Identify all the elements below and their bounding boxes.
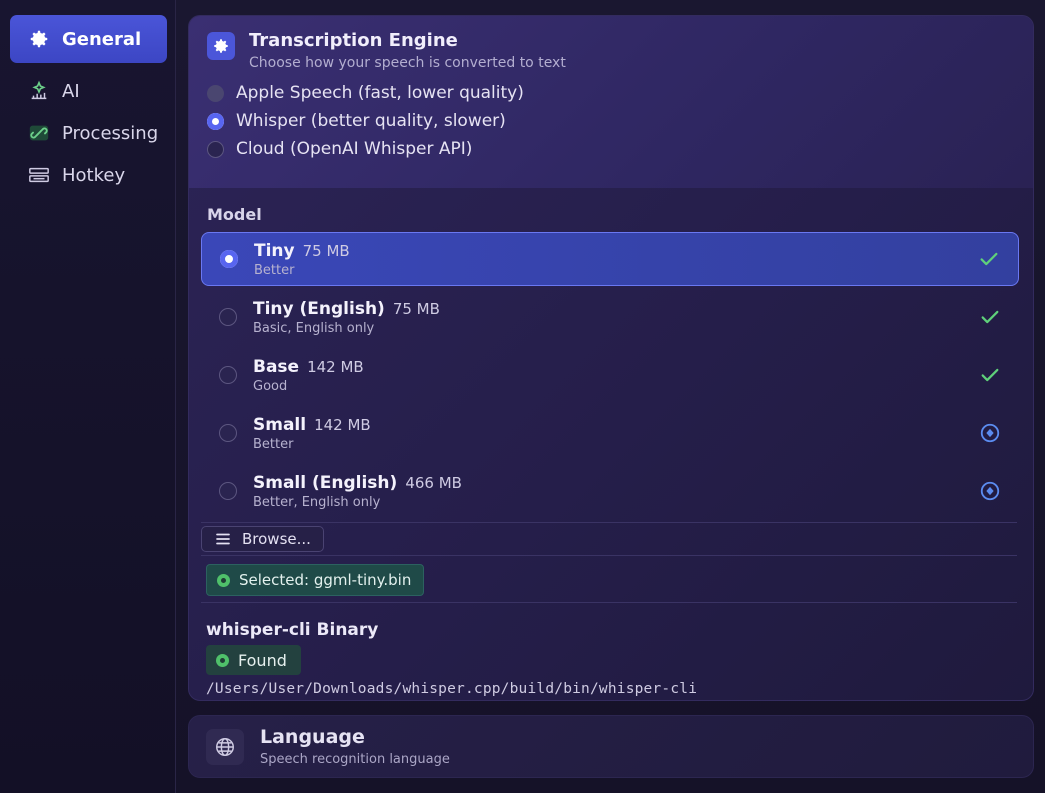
download-icon[interactable] (979, 422, 1001, 444)
sidebar-item-processing[interactable]: Processing (10, 113, 167, 153)
radio-button-selected[interactable] (207, 112, 224, 130)
sidebar: General AI Processing Hotkey (0, 0, 176, 793)
language-card[interactable]: Language Speech recognition language (188, 715, 1034, 778)
model-item-tiny[interactable]: Tiny 75 MB Better (201, 232, 1019, 286)
gear-icon (207, 32, 235, 60)
transcription-engine-card: Transcription Engine Choose how your spe… (188, 15, 1034, 701)
binary-path: /Users/User/Downloads/whisper.cpp/build/… (206, 681, 698, 697)
sidebar-item-ai[interactable]: AI (10, 71, 167, 111)
settings-main: Transcription Engine Choose how your spe… (188, 15, 1034, 778)
radio-button[interactable] (219, 424, 237, 442)
checkmark-icon (981, 368, 999, 382)
model-desc: Good (253, 378, 288, 394)
sidebar-item-label: Hotkey (62, 164, 126, 186)
language-title: Language (260, 726, 365, 748)
gear-icon (28, 28, 50, 50)
model-name: Base (253, 356, 300, 377)
link-icon (28, 122, 50, 144)
radio-button-selected[interactable] (220, 250, 238, 268)
option-label: Cloud (OpenAI Whisper API) (236, 139, 473, 159)
model-label: Model (207, 205, 262, 224)
browse-label: Browse... (242, 530, 311, 548)
model-list: Tiny 75 MB Better Tiny (English) 75 MB Bas… (189, 232, 1033, 518)
model-item-small-english[interactable]: Small (English) 466 MB Better, English on… (201, 464, 1019, 518)
radio-button[interactable] (219, 308, 237, 326)
engine-option-cloud[interactable]: Cloud (OpenAI Whisper API) (207, 139, 1033, 159)
language-subtitle: Speech recognition language (260, 752, 450, 767)
divider (201, 522, 1017, 523)
sidebar-item-label: Processing (62, 122, 159, 144)
engine-option-whisper[interactable]: Whisper (better quality, slower) (207, 111, 1033, 131)
globe-icon (206, 729, 244, 765)
model-desc: Better, English only (253, 494, 381, 510)
model-size: 142 MB (307, 357, 364, 376)
selected-model-badge: Selected: ggml-tiny.bin (206, 564, 425, 596)
checkmark-icon (981, 310, 999, 324)
section-subtitle: Choose how your speech is converted to t… (249, 55, 566, 71)
radio-button[interactable] (219, 482, 237, 500)
sidebar-item-label: General (62, 28, 142, 50)
model-size: 466 MB (405, 473, 462, 492)
sidebar-item-hotkey[interactable]: Hotkey (10, 155, 167, 195)
keyboard-icon (28, 164, 50, 186)
model-item-small[interactable]: Small 142 MB Better (201, 406, 1019, 460)
model-item-base[interactable]: Base 142 MB Good (201, 348, 1019, 402)
divider (201, 602, 1017, 603)
model-name: Tiny (English) (253, 298, 385, 319)
sidebar-item-label: AI (62, 80, 80, 102)
model-desc: Better (254, 262, 295, 278)
binary-title: whisper-cli Binary (206, 620, 379, 640)
menu-icon (216, 533, 230, 545)
checkmark-icon (980, 252, 998, 266)
binary-status-label: Found (238, 650, 287, 670)
model-desc: Basic, English only (253, 320, 375, 336)
section-title: Transcription Engine (249, 30, 458, 51)
model-name: Tiny (254, 240, 295, 261)
divider (201, 555, 1017, 556)
engine-header: Transcription Engine Choose how your spe… (189, 16, 1033, 188)
model-item-tiny-english[interactable]: Tiny (English) 75 MB Basic, English only (201, 290, 1019, 344)
model-size: 142 MB (314, 415, 371, 434)
model-name: Small (English) (253, 472, 398, 493)
radio-button[interactable] (207, 140, 224, 158)
engine-option-apple[interactable]: Apple Speech (fast, lower quality) (207, 83, 1033, 103)
option-label: Apple Speech (fast, lower quality) (236, 83, 524, 103)
engine-options: Apple Speech (fast, lower quality) Whisp… (207, 83, 1033, 159)
model-desc: Better (253, 436, 294, 452)
option-label: Whisper (better quality, slower) (236, 111, 506, 131)
model-size: 75 MB (302, 241, 350, 260)
status-dot-icon (216, 653, 229, 667)
selected-model-label: Selected: ggml-tiny.bin (239, 571, 412, 589)
ai-sparkle-icon (28, 80, 50, 102)
status-dot-icon (217, 573, 230, 587)
browse-button[interactable]: Browse... (201, 526, 324, 552)
radio-button[interactable] (219, 366, 237, 384)
model-size: 75 MB (392, 299, 440, 318)
binary-status-badge: Found (206, 645, 301, 675)
radio-button[interactable] (207, 84, 224, 102)
download-icon[interactable] (979, 480, 1001, 502)
sidebar-item-general[interactable]: General (10, 15, 167, 63)
model-name: Small (253, 414, 307, 435)
